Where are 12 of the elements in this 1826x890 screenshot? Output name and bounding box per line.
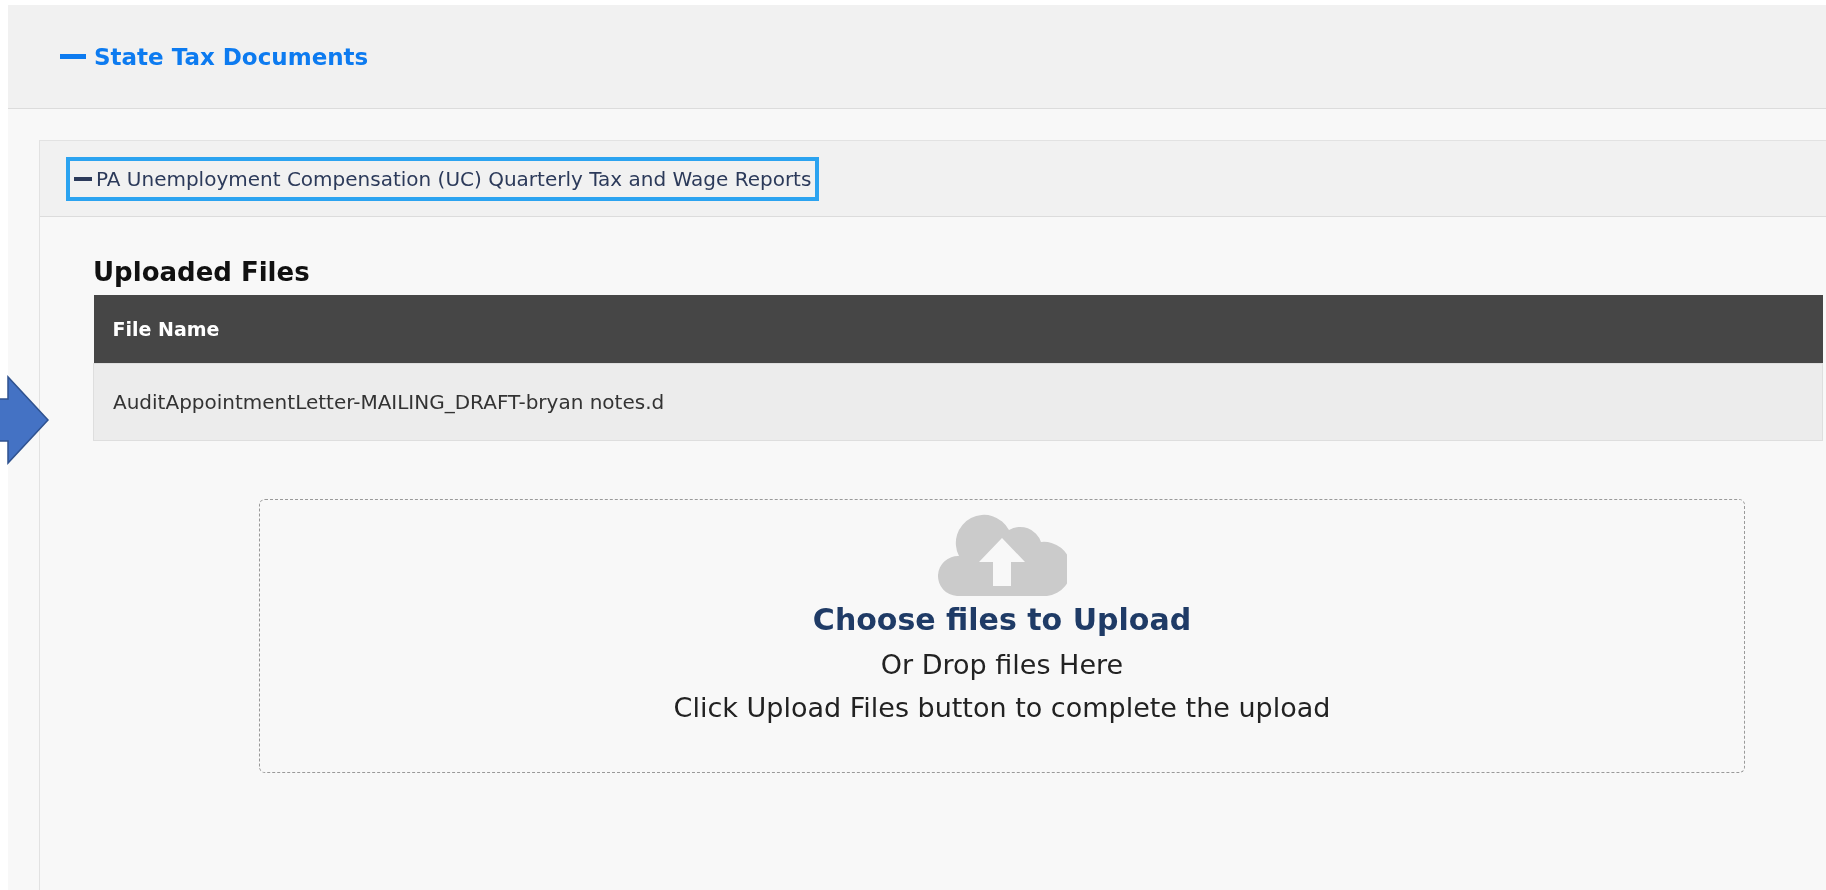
section-toggle[interactable]: State Tax Documents [58, 39, 371, 74]
subsection-toggle[interactable]: PA Unemployment Compensation (UC) Quarterly Tax and Wage Reports [66, 156, 820, 201]
minus-icon [60, 54, 86, 59]
arrow-icon [0, 375, 50, 465]
file-dropzone[interactable]: Choose files to Upload Or Drop files Here Click Upload Files button to complete the upload [259, 499, 1745, 773]
dropzone-subtitle: Or Drop files Here [880, 649, 1124, 680]
minus-icon [74, 176, 92, 181]
dropzone-title: Choose files to Upload [812, 602, 1192, 637]
section-heading: Uploaded Files [93, 257, 311, 287]
table-cell: AuditAppointmentLetter-MAILING_DRAFT-bryan notes.d [93, 363, 1823, 441]
dropzone-hint: Click Upload Files button to complete the upload [673, 692, 1331, 723]
column-header: File Name [93, 295, 1823, 364]
